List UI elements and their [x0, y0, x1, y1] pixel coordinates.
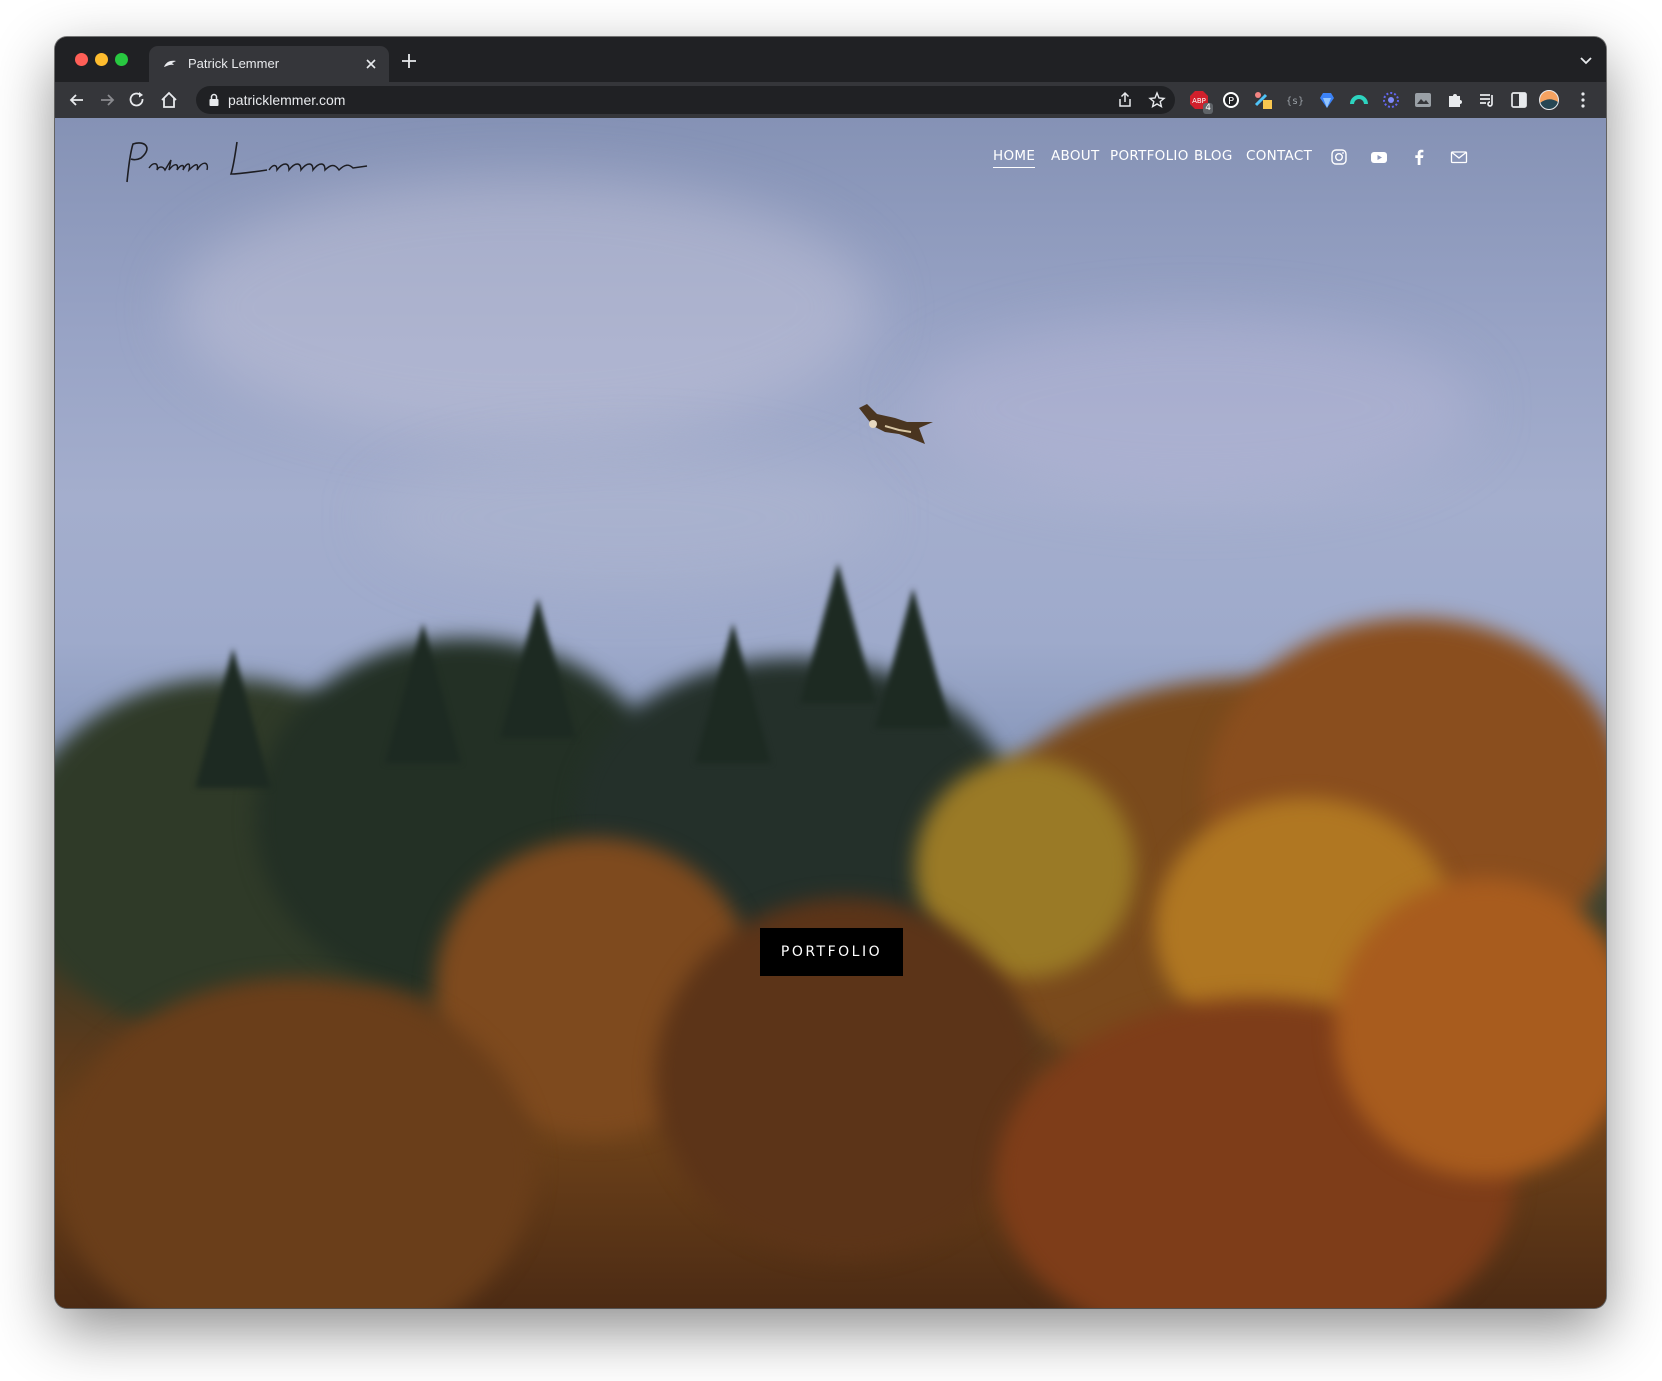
- portfolio-button[interactable]: PORTFOLIO: [760, 928, 903, 976]
- url-text: patricklemmer.com: [228, 92, 346, 108]
- nav-contact[interactable]: CONTACT: [1246, 148, 1312, 164]
- nav-portfolio[interactable]: PORTFOLIO: [1110, 148, 1189, 164]
- code-icon[interactable]: {s}: [1285, 90, 1305, 110]
- adblock-badge: 4: [1203, 103, 1213, 114]
- reload-icon[interactable]: [127, 90, 147, 110]
- lock-icon[interactable]: [208, 93, 220, 107]
- forest-decoration: [875, 588, 951, 728]
- flying-hawk-image: [859, 404, 933, 444]
- forest-decoration: [800, 563, 876, 703]
- more-menu-icon[interactable]: [1573, 90, 1593, 110]
- forest-decoration: [695, 623, 771, 763]
- tab-close-icon[interactable]: [363, 56, 379, 72]
- chevron-down-icon[interactable]: [1578, 52, 1594, 68]
- browser-window: Patrick Lemmer patricklemmer.com ABP 4 P…: [55, 37, 1606, 1308]
- new-tab-icon[interactable]: [399, 51, 419, 71]
- cloud-decoration: [175, 178, 875, 438]
- reading-list-icon[interactable]: [1477, 90, 1497, 110]
- share-icon[interactable]: [1116, 91, 1134, 109]
- diamond-icon[interactable]: [1317, 90, 1337, 110]
- forward-arrow-icon[interactable]: [97, 90, 117, 110]
- instagram-icon[interactable]: [1330, 148, 1348, 166]
- bird-favicon-icon: [164, 60, 176, 67]
- svg-text:{s}: {s}: [1286, 96, 1304, 107]
- cloud-decoration: [915, 318, 1475, 498]
- web-page: HOME ABOUT PORTFOLIO BLOG CONTACT PORTFO…: [55, 118, 1606, 1308]
- window-minimize-button[interactable]: [95, 53, 108, 66]
- signature-logo-icon: [126, 141, 368, 183]
- nav-blog[interactable]: BLOG: [1194, 148, 1233, 164]
- window-close-button[interactable]: [75, 53, 88, 66]
- svg-text:P: P: [1228, 96, 1234, 107]
- speedometer-icon[interactable]: [1349, 90, 1369, 110]
- browser-toolbar: patricklemmer.com ABP 4 P {s}: [55, 82, 1606, 118]
- tab-title: Patrick Lemmer: [188, 56, 280, 71]
- browser-tab[interactable]: Patrick Lemmer: [149, 46, 389, 82]
- nav-about[interactable]: ABOUT: [1051, 148, 1100, 164]
- color-picker-icon[interactable]: [1253, 90, 1273, 110]
- tab-strip: Patrick Lemmer: [55, 37, 1606, 82]
- image-icon[interactable]: [1413, 90, 1433, 110]
- nav-home[interactable]: HOME: [993, 148, 1036, 168]
- profile-avatar[interactable]: [1539, 90, 1559, 110]
- site-logo[interactable]: [119, 132, 379, 192]
- back-arrow-icon[interactable]: [67, 90, 87, 110]
- youtube-icon[interactable]: [1370, 148, 1388, 166]
- address-bar[interactable]: patricklemmer.com: [196, 86, 1175, 114]
- adblock-plus-icon[interactable]: ABP 4: [1189, 90, 1213, 114]
- puzzle-icon[interactable]: [1445, 90, 1465, 110]
- forest-decoration: [500, 598, 576, 738]
- atom-icon[interactable]: [1381, 90, 1401, 110]
- window-maximize-button[interactable]: [115, 53, 128, 66]
- bookmark-star-icon[interactable]: [1148, 91, 1166, 109]
- email-icon[interactable]: [1450, 148, 1468, 166]
- forest-decoration: [385, 623, 461, 763]
- facebook-icon[interactable]: [1410, 148, 1428, 166]
- side-panel-icon[interactable]: [1509, 90, 1529, 110]
- pinterest-icon[interactable]: P: [1221, 90, 1241, 110]
- forest-decoration: [195, 648, 271, 788]
- home-icon[interactable]: [159, 90, 179, 110]
